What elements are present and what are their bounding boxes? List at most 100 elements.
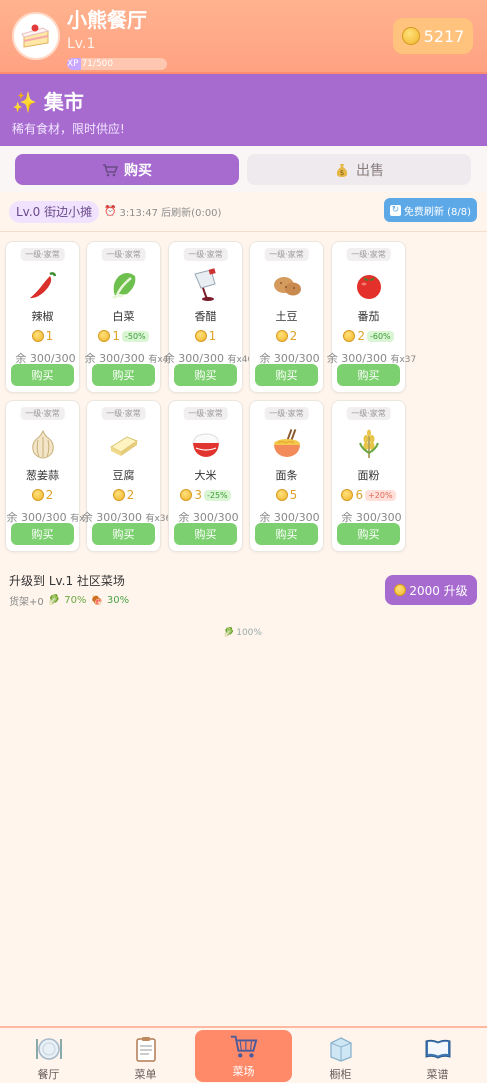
clipboard-icon [131,1034,161,1064]
buy-button[interactable]: 购买 [337,364,400,386]
nav-item-cabinet[interactable]: 橱柜 [292,1028,389,1083]
buy-button[interactable]: 购买 [11,364,74,386]
item-price: 1 -50% [87,329,160,343]
tofu-icon [107,427,141,461]
item-card[interactable]: 一级·家常 豆腐 2 余 300/300 有x36 购买 [82,400,171,552]
vegetable-percent: 70% [64,595,87,606]
coin-icon [98,330,111,342]
cake-icon [21,24,50,48]
item-price-value: 1 [208,329,217,343]
nav-item-menu[interactable]: 菜单 [97,1028,194,1083]
coin-icon [31,489,44,501]
item-price-value: 3 [194,488,202,502]
item-price: 2 [87,488,160,502]
tab-buy[interactable]: 购买 [15,154,239,185]
tab-buy-label: 购买 [124,162,152,179]
coin-icon [341,489,354,501]
item-tier-tag: 一级·家常 [183,248,228,261]
book-icon [423,1034,453,1064]
item-price: 3 -25% [169,488,242,502]
tomato-icon [352,268,386,302]
item-name: 葱姜蒜 [26,469,59,482]
alarm-clock-icon: ⏰ [104,206,117,217]
item-tier-tag: 一级·家常 [183,407,228,420]
stall-name: Lv.0 街边小摊 [9,201,100,223]
buy-button[interactable]: 购买 [255,364,318,386]
item-card[interactable]: 一级·家常 大米 3 -25% 余 300/300 购买 [168,400,243,552]
restaurant-title: 小熊餐厅 [67,8,147,32]
bottom-nav: 餐厅 菜单 菜场 橱柜 菜谱 [0,1026,487,1083]
rice-icon [189,427,223,461]
coin-icon [194,330,207,342]
item-card[interactable]: 一级·家常 葱姜蒜 2 余 300/300 有x 购买 [5,400,85,552]
cart-icon [229,1031,259,1061]
item-price-value: 2 [357,329,365,343]
vegetable-ratio-note: 🥬 100% [223,628,262,638]
buy-button[interactable]: 购买 [174,364,237,386]
item-price: 1 [169,329,242,343]
item-tier-tag: 一级·家常 [101,407,146,420]
item-card[interactable]: 一级·家常 番茄 2 -60% 余 300/300 有x37 购买 [327,241,416,393]
item-price-value: 2 [45,488,54,502]
item-tier-tag: 一级·家常 [20,248,65,261]
tab-sell[interactable]: $ 出售 [247,154,471,185]
item-name: 辣椒 [31,310,54,323]
item-tier-tag: 一级·家常 [20,407,65,420]
free-refresh-label: 免费刷新 (8/8) [403,206,471,218]
item-price: 6 +20% [332,488,405,502]
buy-button[interactable]: 购买 [337,523,400,545]
item-card[interactable]: 一级·家常 面粉 6 +20% 余 300/300 购买 [331,400,406,552]
buy-button[interactable]: 购买 [11,523,74,545]
item-tier-tag: 一级·家常 [101,248,146,261]
meat-icon: 🍖 [90,595,103,606]
garlic-icon [26,427,60,461]
cabbage-icon [107,268,141,302]
coin-icon [275,489,288,501]
upgrade-stats: 货架+0 🥬 70% 🍖 30% [9,593,129,608]
item-price-value: 5 [289,488,298,502]
meat-percent: 30% [106,595,130,606]
nav-item-restaurant[interactable]: 餐厅 [0,1028,97,1083]
buy-button[interactable]: 购买 [174,523,237,545]
cart-icon [103,163,118,176]
vinegar-icon [189,268,223,302]
item-price: 5 [250,488,323,502]
nav-label: 餐厅 [37,1068,60,1081]
item-name: 大米 [194,469,217,482]
item-name: 番茄 [357,310,380,323]
tab-sell-label: 出售 [356,162,384,179]
coin-balance[interactable]: 5217 [393,18,473,54]
buy-button[interactable]: 购买 [92,364,155,386]
buy-button[interactable]: 购买 [92,523,155,545]
fridge-icon [326,1034,356,1064]
item-name: 面粉 [357,469,380,482]
item-card[interactable]: 一级·家常 土豆 2 余 300/300 购买 [249,241,324,393]
free-refresh-button[interactable]: ↻ 免费刷新 (8/8) [383,198,477,222]
xp-text: XP 71/500 [67,59,114,69]
upgrade-button[interactable]: 2000 升级 [385,575,477,605]
nav-label: 菜谱 [426,1068,449,1081]
item-card[interactable]: 一级·家常 辣椒 1 余 300/300 购买 [5,241,80,393]
avatar[interactable] [12,12,60,60]
buy-button[interactable]: 购买 [255,523,318,545]
svg-text:$: $ [340,169,344,177]
market-title: ✨ 集市 [12,90,84,114]
item-card[interactable]: 一级·家常 面条 5 余 300/300 购买 [249,400,324,552]
coin-icon [31,330,44,342]
coin-icon [180,489,193,501]
nav-item-recipes[interactable]: 菜谱 [389,1028,486,1083]
stall-info: Lv.0 街边小摊 ⏰ 3:13:47 后刷新(0:00) ↻ 免费刷新 (8/… [0,192,487,232]
item-card[interactable]: 一级·家常 香醋 1 余 300/300 有x46 购买 [164,241,253,393]
item-tier-tag: 一级·家常 [264,407,309,420]
item-card[interactable]: 一级·家常 白菜 1 -50% 余 300/300 有x4 购买 [85,241,168,393]
discount-badge: -25% [203,489,231,501]
plate-icon [34,1034,64,1064]
item-name: 白菜 [112,310,135,323]
nav-label: 菜场 [232,1065,255,1078]
discount-badge: -60% [366,330,394,342]
item-price: 1 [6,329,79,343]
nav-item-market[interactable]: 菜场 [195,1030,292,1082]
item-tier-tag: 一级·家常 [346,248,391,261]
coin-icon [394,584,407,596]
vegetable-ratio-text: 100% [236,628,262,638]
